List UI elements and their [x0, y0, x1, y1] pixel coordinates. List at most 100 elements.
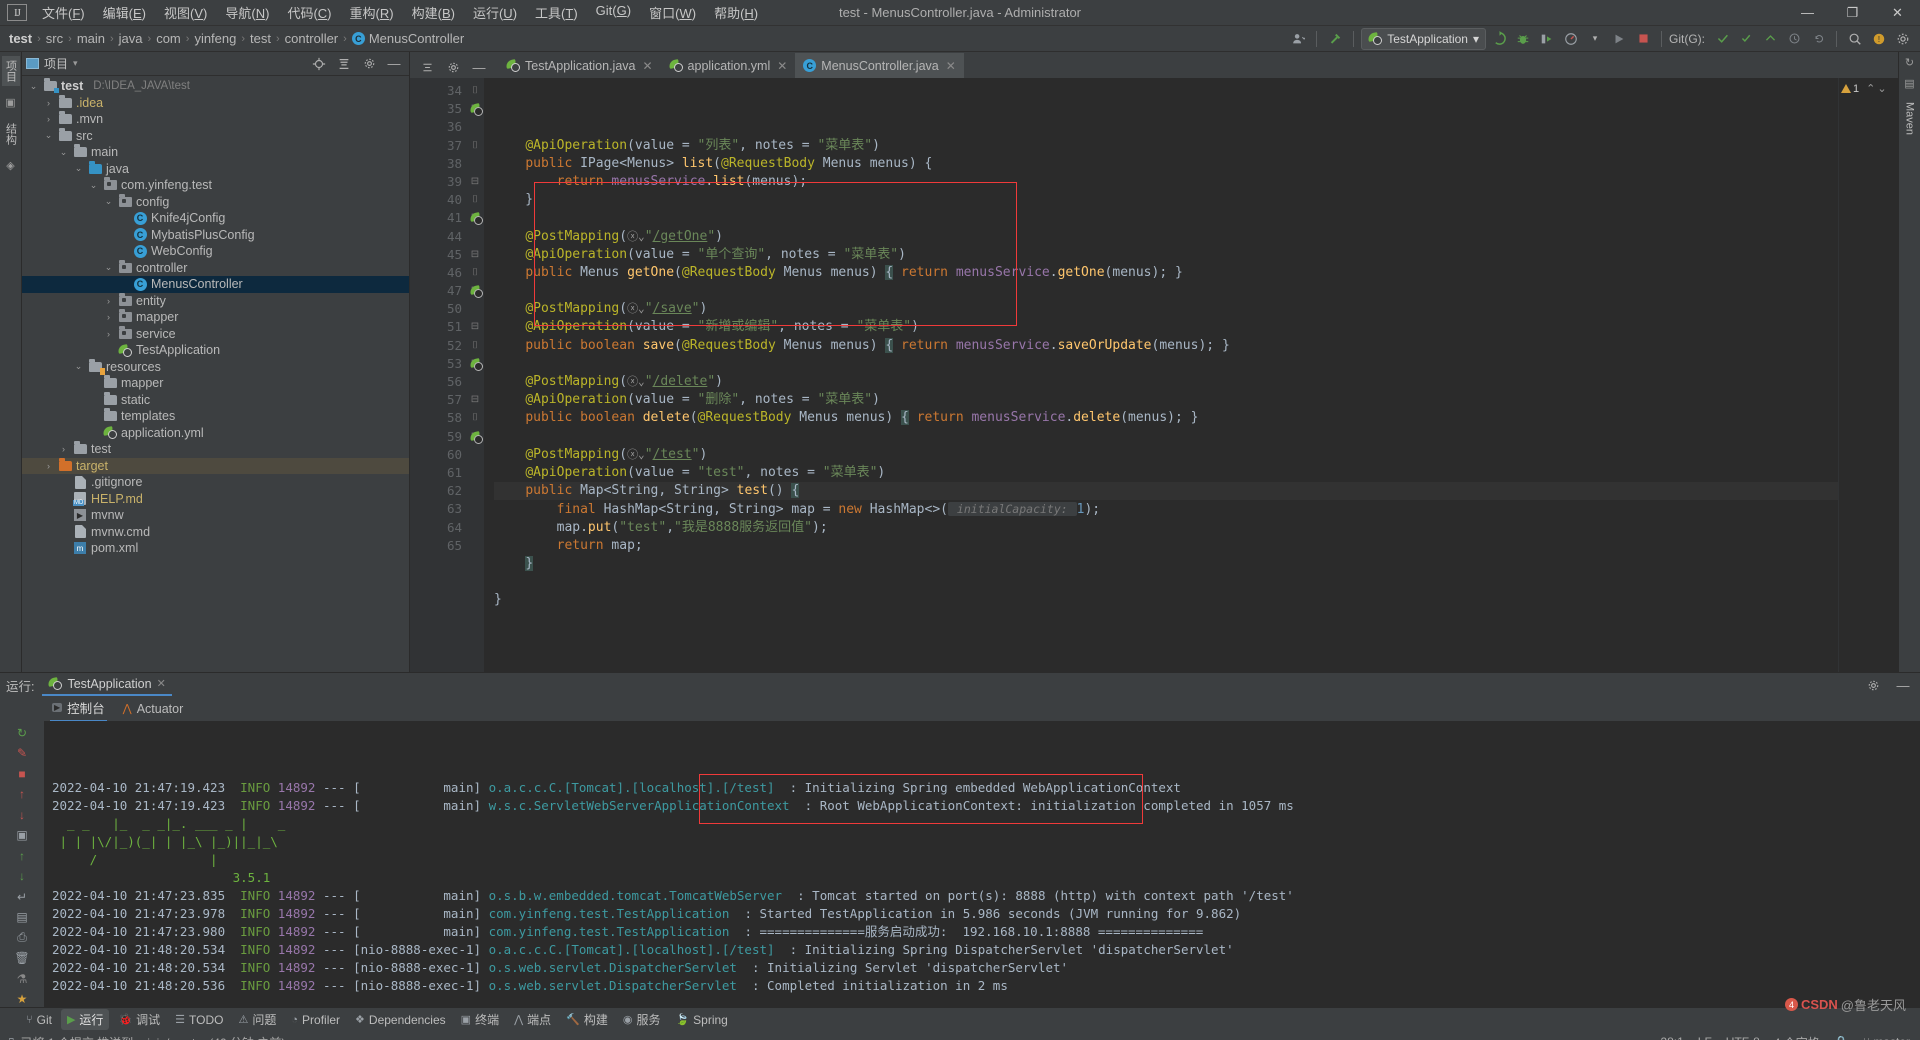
line-number-gutter[interactable]: 3435363738394041444546475051525356575859… [410, 78, 466, 672]
tree-node-main[interactable]: ⌄main [22, 144, 409, 161]
tree-node--idea[interactable]: ›.idea [22, 95, 409, 112]
line-number-34[interactable]: 34 [410, 82, 466, 100]
maven-refresh-icon[interactable]: ↻ [1905, 56, 1914, 69]
menu-item-4[interactable]: 代码(C) [278, 1, 340, 24]
bottom-tab-profiler[interactable]: ◔Profiler [285, 1011, 346, 1029]
tree-node-mybatisplusconfig[interactable]: ›CMybatisPlusConfig [22, 227, 409, 244]
line-number-35[interactable]: 35 [410, 100, 466, 118]
event-log-icon[interactable]: ▯ [8, 1035, 15, 1040]
fold-marker-45[interactable]: ⊟ [466, 246, 484, 264]
line-number-37[interactable]: 37 [410, 137, 466, 155]
tree-node-application-yml[interactable]: ›application.yml [22, 425, 409, 442]
spring-gutter-icon[interactable] [470, 431, 483, 444]
menu-item-9[interactable]: Git(G) [587, 1, 640, 24]
gear-icon[interactable] [1862, 674, 1884, 696]
menu-item-3[interactable]: 导航(N) [216, 1, 278, 24]
tree-node-pom-xml[interactable]: ›mpom.xml [22, 540, 409, 557]
code-editor[interactable]: 3435363738394041444546475051525356575859… [410, 78, 1898, 672]
sidebar-item-structure[interactable]: 结构 [2, 119, 20, 149]
code-line-60[interactable]: final HashMap<String, String> map = new … [494, 500, 1838, 518]
chevron-right-icon[interactable]: › [43, 114, 54, 124]
code-line-50[interactable] [494, 355, 1838, 373]
code-line-62[interactable]: return map; [494, 537, 1838, 555]
menu-bar[interactable]: 文件(F)编辑(E)视图(V)导航(N)代码(C)重构(R)构建(B)运行(U)… [33, 1, 767, 24]
code-line-44[interactable] [494, 282, 1838, 300]
menu-item-10[interactable]: 窗口(W) [640, 1, 705, 24]
build-hammer-icon[interactable] [1324, 28, 1346, 50]
line-number-40[interactable]: 40 [410, 191, 466, 209]
code-line-63[interactable]: } [494, 555, 1838, 573]
bottom-tab---[interactable]: 🔨构建 [560, 1009, 614, 1030]
search-icon[interactable] [1844, 28, 1866, 50]
line-number-64[interactable]: 64 [410, 519, 466, 537]
line-number-59[interactable]: 59 [410, 428, 466, 446]
code-line-64[interactable] [494, 573, 1838, 591]
debug-bug-icon[interactable] [1512, 28, 1534, 50]
line-number-46[interactable]: 46 [410, 264, 466, 282]
menu-item-8[interactable]: 工具(T) [526, 1, 587, 24]
menu-item-1[interactable]: 编辑(E) [94, 1, 155, 24]
down-arrow-icon[interactable]: ↓ [12, 807, 32, 823]
spring-gutter-icon[interactable] [470, 212, 483, 225]
git-update-icon[interactable] [1711, 28, 1733, 50]
line-number-51[interactable]: 51 [410, 318, 466, 336]
tree-node--mvn[interactable]: ›.mvn [22, 111, 409, 128]
up-arrow-icon[interactable]: ↑ [12, 787, 32, 803]
chevron-down-icon[interactable]: ⌄ [73, 361, 84, 372]
rerun-icon[interactable]: ↻ [12, 725, 32, 741]
chevron-right-icon[interactable]: › [103, 312, 114, 322]
tree-node--gitignore[interactable]: ›.gitignore [22, 474, 409, 491]
tree-node-java[interactable]: ⌄java [22, 161, 409, 178]
window-controls[interactable]: — ❐ ✕ [1785, 0, 1920, 26]
chevron-down-icon[interactable]: ⌄ [1877, 82, 1886, 95]
tree-node-testapplication[interactable]: ›TestApplication [22, 342, 409, 359]
breadcrumb-item-test[interactable]: test [6, 31, 35, 46]
tree-node-config[interactable]: ⌄config [22, 194, 409, 211]
line-number-62[interactable]: 62 [410, 482, 466, 500]
tree-node-mapper[interactable]: ›mapper [22, 309, 409, 326]
fold-marker-40[interactable]: ⌷ [466, 191, 484, 209]
indent-setting[interactable]: 4 个空格 [1774, 1034, 1820, 1040]
run-configuration-selector[interactable]: TestApplication ▾ [1361, 28, 1486, 50]
fold-marker-37[interactable]: ⌷ [466, 137, 484, 155]
code-line-56[interactable] [494, 428, 1838, 446]
chevron-down-icon[interactable]: ▾ [73, 58, 78, 69]
tree-node-knife4jconfig[interactable]: ›CKnife4jConfig [22, 210, 409, 227]
tree-node-com-yinfeng-test[interactable]: ⌄com.yinfeng.test [22, 177, 409, 194]
tree-node-service[interactable]: ›service [22, 326, 409, 343]
line-number-45[interactable]: 45 [410, 246, 466, 264]
tree-node-menuscontroller[interactable]: ›CMenusController [22, 276, 409, 293]
code-line-65[interactable]: } [494, 591, 1838, 609]
chevron-down-icon[interactable]: ⌄ [103, 262, 114, 273]
line-number-47[interactable]: 47 [410, 282, 466, 300]
fold-marker-39[interactable]: ⊟ [466, 173, 484, 191]
breadcrumb-item-java[interactable]: java [116, 31, 146, 46]
breadcrumb-item-yinfeng[interactable]: yinfeng [191, 31, 239, 46]
fold-marker-58[interactable]: ⌷ [466, 409, 484, 427]
line-number-39[interactable]: 39 [410, 173, 466, 191]
tree-node-mapper[interactable]: ›mapper [22, 375, 409, 392]
profiler-icon[interactable] [1560, 28, 1582, 50]
breadcrumb-item-controller[interactable]: controller [282, 31, 341, 46]
fold-marker-52[interactable]: ⌷ [466, 337, 484, 355]
bottom-tab---[interactable]: ⋀端点 [508, 1009, 557, 1030]
warning-indicator[interactable]: 1 ⌃ ⌄ [1841, 82, 1887, 95]
stop-button[interactable] [1632, 28, 1654, 50]
code-line-53[interactable]: public boolean delete(@RequestBody Menus… [494, 409, 1838, 427]
breadcrumb-item-src[interactable]: src [43, 31, 66, 46]
code-line-40[interactable]: @ApiOperation(value = "单个查询", notes = "菜… [494, 246, 1838, 264]
close-icon[interactable]: ✕ [642, 59, 652, 73]
chevron-down-icon[interactable]: ⌄ [73, 163, 84, 174]
hide-panel-icon[interactable]: — [1892, 674, 1914, 696]
project-tree[interactable]: ⌄testD:\IDEA_JAVA\test›.idea›.mvn⌄src⌄ma… [22, 76, 409, 672]
git-history-icon[interactable] [1783, 28, 1805, 50]
chevron-down-icon[interactable]: ⌄ [88, 180, 99, 191]
console-output-area[interactable]: ↻ ✎ ■ ↑ ↓ ▣ ↑ ↓ ↵ ▤ ⎙ 🗑 ⚗ ★ 2022-04-10 2… [0, 721, 1920, 1007]
camera-icon[interactable]: ▣ [12, 828, 32, 844]
caret-position[interactable]: 28:1 [1660, 1035, 1683, 1040]
breadcrumb-item-test[interactable]: test [247, 31, 274, 46]
code-folding-column[interactable]: ⌷⊟⌷⊟⌷⊞⊟⌷⊞⊟⌷⊞⊟⌷⊟ [466, 78, 484, 672]
tab-actuator[interactable]: ⋀ Actuator [121, 700, 186, 719]
spring-gutter-icon[interactable] [470, 103, 483, 116]
fold-marker-57[interactable]: ⊟ [466, 391, 484, 409]
